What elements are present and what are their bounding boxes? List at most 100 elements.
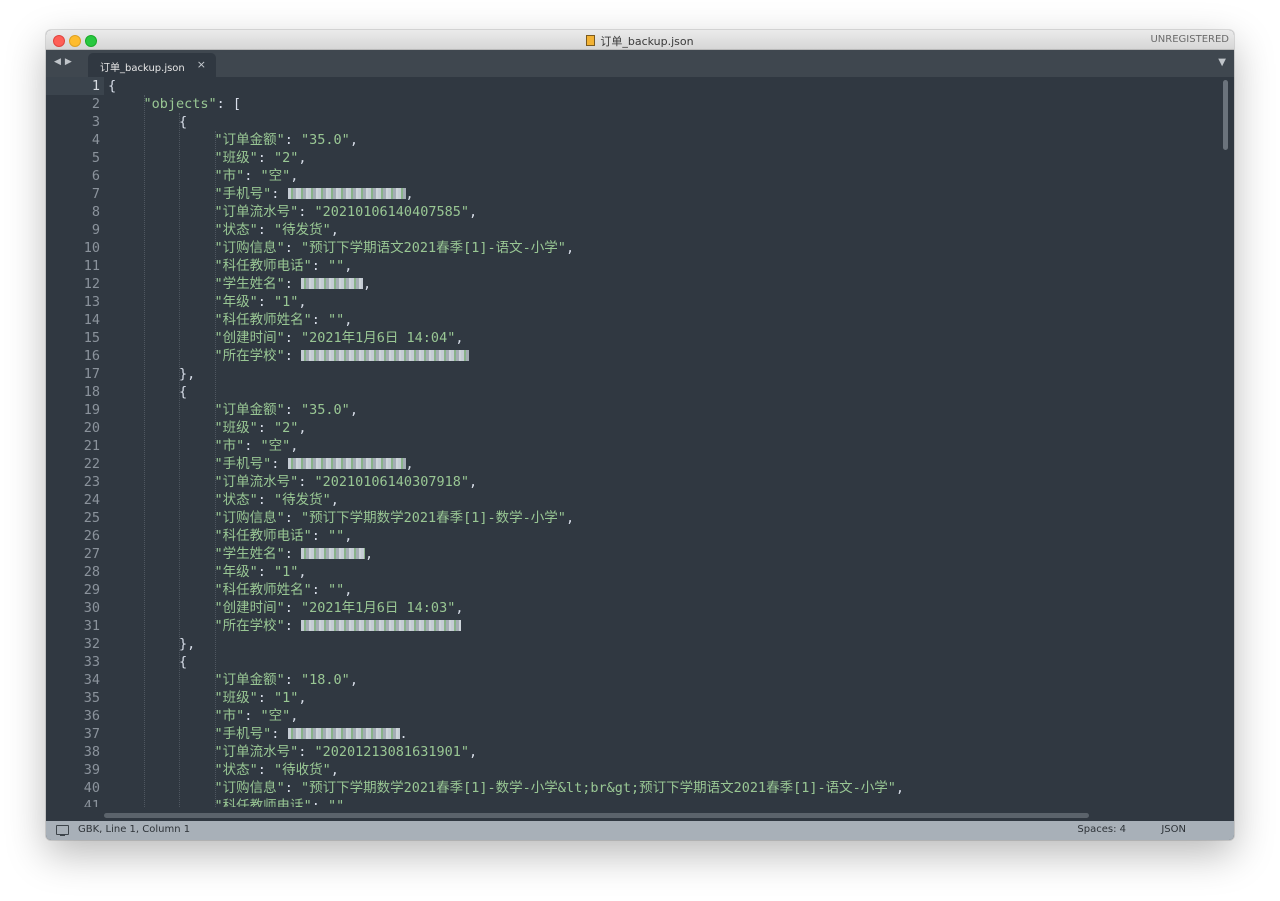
line-number-gutter: 1 2 3 4 5 6 7 8 9 10 11 12 13 14 15 16 17 18 19 20 21 22 23 24 2… — [46, 77, 104, 807]
line-number: 11 — [83, 258, 100, 274]
json-string: "待收货" — [274, 762, 331, 778]
json-file-icon — [586, 35, 596, 46]
monitor-icon[interactable] — [56, 825, 69, 836]
line-number: 40 — [83, 780, 100, 796]
json-punctuation: , — [468, 204, 478, 220]
json-string: "空" — [260, 708, 291, 724]
json-punctuation: : — [284, 132, 302, 148]
json-string: "1" — [274, 690, 299, 706]
json-string: "空" — [260, 438, 291, 454]
json-punctuation: : — [298, 474, 315, 490]
status-bar: GBK, Line 1, Column 1 Spaces: 4 JSON — [46, 821, 1234, 840]
json-punctuation: , — [349, 132, 358, 148]
json-key: "科任教师姓名" — [214, 312, 312, 328]
json-punctuation: , — [363, 276, 372, 292]
json-punctuation: : — [257, 150, 275, 166]
tab-active-file[interactable]: 订单_backup.json × — [88, 53, 216, 77]
code-line: "科任教师姓名": "", — [215, 581, 353, 599]
code-line: "所在学校": — [215, 617, 462, 635]
left-right-arrows-icon[interactable]: ◀▶ — [54, 57, 76, 67]
json-string: "预订下学期语文2021春季[1]-语文-小学" — [301, 240, 566, 256]
json-punctuation: : — [271, 456, 288, 472]
json-punctuation: { — [108, 78, 117, 94]
line-number: 17 — [83, 366, 100, 382]
vertical-scrollbar[interactable] — [1223, 80, 1228, 150]
code-line: "年级": "1", — [215, 293, 307, 311]
json-punctuation: : — [284, 348, 302, 364]
json-punctuation: , — [565, 510, 575, 526]
json-key: "订单流水号" — [214, 744, 299, 760]
code-line: "年级": "1", — [215, 563, 307, 581]
json-punctuation: : — [284, 330, 302, 346]
status-encoding-position: GBK, Line 1, Column 1 — [78, 824, 191, 835]
json-punctuation: : — [284, 672, 302, 688]
tab-label: 订单_backup.json — [100, 63, 185, 74]
code-editor[interactable]: {"objects": [{"订单金额": "35.0", "班级": "2", "… — [104, 77, 1220, 807]
json-string: "" — [328, 312, 345, 328]
json-punctuation: , — [344, 312, 353, 328]
line-number: 24 — [83, 492, 100, 508]
code-line: "手机号": , — [215, 455, 414, 473]
json-string: "" — [328, 798, 345, 807]
line-number: 36 — [83, 708, 100, 724]
json-key: "科任教师姓名" — [214, 582, 312, 598]
code-line: "市": "空", — [215, 437, 299, 455]
redacted-value — [301, 350, 470, 361]
json-punctuation: , — [344, 798, 353, 807]
json-punctuation: : — [311, 312, 329, 328]
json-key: "状态" — [214, 762, 258, 778]
json-punctuation: , — [290, 168, 299, 184]
json-punctuation: , — [298, 690, 307, 706]
code-line: "学生姓名": , — [215, 545, 374, 563]
code-line: "班级": "2", — [215, 149, 307, 167]
json-key: "学生姓名" — [214, 276, 285, 292]
code-line: "班级": "2", — [215, 419, 307, 437]
json-punctuation: , — [290, 708, 299, 724]
json-string: "1" — [274, 294, 299, 310]
code-line: "手机号": , — [215, 185, 414, 203]
dropdown-triangle-icon[interactable]: ▼ — [1218, 57, 1226, 68]
json-key: "创建时间" — [214, 600, 285, 616]
code-line: "objects": [ — [144, 95, 242, 113]
json-key: "市" — [214, 168, 245, 184]
status-indentation[interactable]: Spaces: 4 — [1077, 824, 1126, 835]
json-key: "科任教师电话" — [214, 258, 312, 274]
code-line: "科任教师电话": "", — [215, 527, 353, 545]
line-number: 14 — [83, 312, 100, 328]
json-string: "待发货" — [274, 492, 331, 508]
status-syntax[interactable]: JSON — [1161, 824, 1186, 835]
close-icon[interactable]: × — [197, 58, 206, 71]
json-punctuation: , — [895, 780, 905, 796]
line-number: 32 — [83, 636, 100, 652]
line-number: 8 — [91, 204, 100, 220]
line-number: 15 — [83, 330, 100, 346]
code-line: { — [179, 653, 187, 671]
line-number: 20 — [83, 420, 100, 436]
json-punctuation: : — [257, 762, 275, 778]
code-line: "订购信息": "预订下学期数学2021春季[1]-数学-小学&lt;br&gt… — [215, 779, 905, 797]
unregistered-label: UNREGISTERED — [1150, 34, 1229, 45]
horizontal-scrollbar[interactable] — [104, 813, 1089, 818]
line-number: 29 — [83, 582, 100, 598]
json-punctuation: }, — [179, 366, 196, 382]
json-punctuation: , — [468, 744, 478, 760]
json-punctuation: : — [284, 402, 302, 418]
json-punctuation: : [ — [216, 96, 242, 112]
line-number: 5 — [91, 150, 100, 166]
line-number: 7 — [91, 186, 100, 202]
json-string: "35.0" — [301, 132, 350, 148]
line-number: 38 — [83, 744, 100, 760]
json-key: "学生姓名" — [214, 546, 285, 562]
window-title: 订单_backup.json — [600, 35, 694, 48]
code-line: }, — [179, 365, 195, 383]
code-line: "订单流水号": "20201213081631901", — [215, 743, 478, 761]
line-number: 1 — [91, 78, 100, 94]
json-punctuation: , — [455, 330, 464, 346]
json-punctuation: : — [244, 168, 261, 184]
line-number: 39 — [83, 762, 100, 778]
json-punctuation: , — [344, 258, 353, 274]
title-bar: 订单_backup.json UNREGISTERED — [46, 30, 1234, 50]
code-line: "订单流水号": "20210106140407585", — [215, 203, 478, 221]
editor-window: 订单_backup.json UNREGISTERED ◀▶ 订单_backup… — [46, 30, 1234, 840]
line-number: 22 — [83, 456, 100, 472]
